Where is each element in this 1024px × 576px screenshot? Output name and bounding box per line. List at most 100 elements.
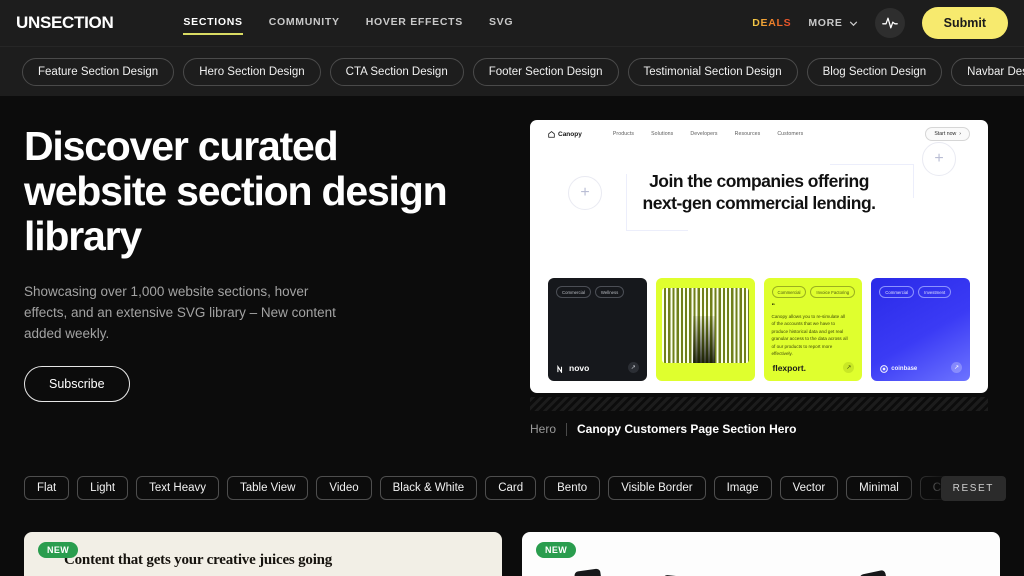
- tag: Investment: [918, 286, 952, 298]
- nav-link-hover-effects[interactable]: HOVER EFFECTS: [366, 8, 463, 39]
- hero-title-line-2: website section design: [24, 168, 448, 214]
- result-card-headline: Content that gets your creative juices g…: [64, 552, 333, 568]
- caption-title[interactable]: Canopy Customers Page Section Hero: [577, 422, 796, 436]
- filter-pill-table-view[interactable]: Table View: [227, 476, 309, 500]
- hero-preview-column: Canopy Products Solutions Developers Res…: [530, 120, 1000, 436]
- tag-row: Commercial Invoice Factoring: [771, 286, 856, 298]
- new-badge: NEW: [536, 542, 577, 558]
- tag: Commercial: [879, 286, 915, 298]
- reset-button[interactable]: RESET: [940, 475, 1006, 501]
- subscribe-button[interactable]: Subscribe: [24, 366, 130, 402]
- category-pill[interactable]: Blog Section Design: [806, 57, 943, 86]
- filter-pill-flat[interactable]: Flat: [24, 476, 70, 500]
- submit-button[interactable]: Submit: [921, 7, 1008, 39]
- results-grid: NEW Content that gets your creative juic…: [0, 532, 1024, 576]
- tag: Commercial: [771, 286, 807, 298]
- preview-headline-line-1: Join the companies offering: [649, 171, 869, 191]
- preview-inner-card-novo: Commercial Wellness novo ↗: [548, 278, 647, 381]
- tag: Invoice Factoring: [810, 286, 856, 298]
- nav-link-svg[interactable]: SVG: [489, 8, 513, 39]
- filter-pill-vector[interactable]: Vector: [779, 476, 839, 500]
- filter-pill-video[interactable]: Video: [316, 476, 372, 500]
- more-menu[interactable]: MORE: [808, 17, 857, 29]
- filter-pill-visible-border[interactable]: Visible Border: [608, 476, 706, 500]
- filter-pill-bar[interactable]: Flat Light Text Heavy Table View Video B…: [0, 470, 1024, 506]
- tag-row: Commercial Investment: [879, 286, 962, 298]
- more-label: MORE: [808, 17, 843, 29]
- decor-hairline: [830, 164, 914, 165]
- quote-mark: “: [771, 303, 776, 310]
- result-card-1[interactable]: NEW Content that gets your creative juic…: [24, 532, 502, 576]
- novo-logo-label: novo: [569, 363, 590, 373]
- category-pill-bar[interactable]: Feature Section Design Hero Section Desi…: [0, 46, 1024, 96]
- preview-inner-card-flexport: Commercial Invoice Factoring “ Canopy al…: [763, 278, 863, 381]
- preview-start-now-button: Start now ›: [925, 127, 970, 141]
- preview-brand: Canopy: [548, 131, 582, 138]
- hero-copy: Discover curated website section design …: [24, 120, 504, 436]
- result-card-2[interactable]: NEW ▥ ◉ ◴: [522, 532, 1000, 576]
- chevron-down-icon: [849, 21, 857, 26]
- preview-headline: Join the companies offering next-gen com…: [530, 170, 988, 214]
- preview-inner-card-stripes: [655, 278, 755, 381]
- brand-logo[interactable]: UNSECTION: [16, 13, 114, 33]
- primary-nav: SECTIONS COMMUNITY HOVER EFFECTS SVG: [183, 8, 513, 39]
- quote-text: Canopy allows you to re-simulate all of …: [771, 314, 848, 357]
- category-pill[interactable]: Footer Section Design: [472, 57, 619, 86]
- filter-pill-image[interactable]: Image: [713, 476, 772, 500]
- app-root: UNSECTION SECTIONS COMMUNITY HOVER EFFEC…: [0, 0, 1024, 576]
- preview-nav-item: Solutions: [651, 131, 674, 137]
- novo-logo: novo: [557, 363, 589, 373]
- category-pill[interactable]: Hero Section Design: [183, 57, 321, 86]
- hero-title-line-1: Discover curated: [24, 123, 339, 169]
- section-preview-card[interactable]: Canopy Products Solutions Developers Res…: [530, 120, 988, 393]
- caption-divider: [566, 422, 568, 436]
- new-badge: NEW: [38, 542, 79, 558]
- preview-headline-line-2: next-gen commercial lending.: [642, 193, 877, 213]
- decor-hairline: [626, 230, 688, 231]
- nav-link-sections[interactable]: SECTIONS: [183, 8, 243, 39]
- icon-tile: ▥: [574, 568, 604, 576]
- top-navbar: UNSECTION SECTIONS COMMUNITY HOVER EFFEC…: [0, 0, 1024, 46]
- preview-nav-item: Resources: [734, 131, 761, 137]
- page-title: Discover curated website section design …: [24, 124, 504, 259]
- activity-pulse-icon: [881, 17, 898, 29]
- arrow-up-right-icon: ↗: [951, 362, 962, 373]
- activity-pulse-button[interactable]: [874, 8, 905, 38]
- arrow-up-right-icon: ↗: [843, 362, 855, 373]
- hero-section: Discover curated website section design …: [0, 96, 1024, 436]
- flexport-logo: flexport.: [772, 363, 807, 373]
- preview-brand-label: Canopy: [558, 130, 582, 138]
- icon-tile: ◴: [859, 569, 891, 576]
- navbar-right-group: DEALS MORE Submit: [752, 7, 1008, 39]
- hero-title-line-3: library: [24, 213, 142, 259]
- hero-subtitle: Showcasing over 1,000 website sections, …: [24, 284, 336, 341]
- filter-pill-text-heavy[interactable]: Text Heavy: [136, 476, 219, 500]
- nav-link-community[interactable]: COMMUNITY: [269, 8, 340, 39]
- tag: Wellness: [594, 286, 625, 298]
- filter-pill-black-and-white[interactable]: Black & White: [379, 476, 478, 500]
- arrow-right-icon: ›: [959, 131, 961, 137]
- coinbase-logo-label: coinbase: [891, 366, 918, 372]
- preview-mini-navbar: Canopy Products Solutions Developers Res…: [530, 120, 988, 148]
- preview-inner-card-coinbase: Commercial Investment coinbase ↗: [871, 278, 970, 381]
- category-pill[interactable]: Feature Section Design: [22, 57, 175, 86]
- filter-pill-card[interactable]: Card: [485, 476, 537, 500]
- tag-row: Commercial Wellness: [556, 286, 639, 298]
- preview-nav-item: Products: [612, 131, 635, 137]
- category-pill[interactable]: Testimonial Section Design: [627, 57, 798, 86]
- preview-caption: Hero Canopy Customers Page Section Hero: [530, 422, 1000, 436]
- preview-nav-item: Customers: [777, 131, 804, 137]
- filter-pill-light[interactable]: Light: [77, 476, 129, 500]
- novo-mark-icon: [557, 364, 563, 373]
- preview-nav-item: Developers: [690, 131, 718, 137]
- reset-overlay: RESET: [896, 470, 1024, 506]
- deals-link[interactable]: DEALS: [752, 17, 791, 29]
- coinbase-logo: coinbase: [880, 365, 917, 373]
- filter-pill-bento[interactable]: Bento: [544, 476, 601, 500]
- preview-card-row: Commercial Wellness novo ↗ Commercial In…: [548, 278, 970, 381]
- hatched-divider: [530, 397, 988, 411]
- tag: Commercial: [556, 286, 591, 298]
- coinbase-mark-icon: [880, 365, 889, 373]
- category-pill[interactable]: Navbar Design: [951, 57, 1024, 86]
- category-pill[interactable]: CTA Section Design: [329, 57, 464, 86]
